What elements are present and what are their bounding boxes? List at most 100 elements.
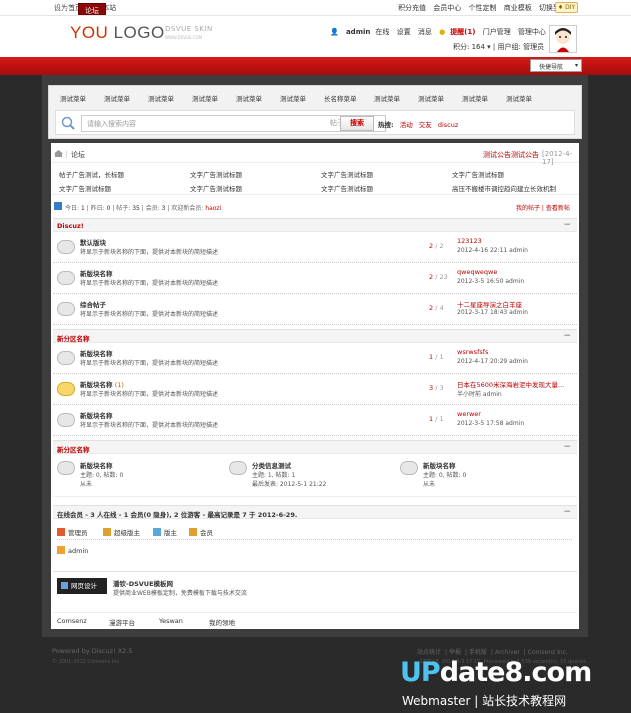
footer-link[interactable]: Archiver xyxy=(495,649,520,656)
nav-album[interactable]: 相册 xyxy=(235,5,249,15)
category-header[interactable]: Discuz! − xyxy=(53,218,577,232)
site-logo[interactable]: YOU LOGO xyxy=(70,23,165,43)
nav-ranking[interactable]: 排行榜 xyxy=(295,5,316,15)
quick-nav-dropdown[interactable]: 快捷导航 ▾ xyxy=(530,59,582,72)
collapse-icon[interactable]: − xyxy=(563,331,571,341)
menu-item[interactable]: 测试菜单 xyxy=(418,93,444,103)
online-user[interactable]: admin xyxy=(57,546,88,555)
messages-link[interactable]: 消息 xyxy=(418,28,432,36)
commercial-template-link[interactable]: 商业模板 xyxy=(504,4,532,12)
hot-search-link[interactable]: 交友 xyxy=(419,121,432,129)
friend-link-title[interactable]: 潘钦-DSVUE模板网 xyxy=(113,578,173,588)
text-ad-link[interactable]: 文字广告测试标题 xyxy=(321,183,373,193)
forum-name[interactable]: 分类信息测试 xyxy=(252,460,291,470)
text-ad-link[interactable]: 文字广告测试标题 xyxy=(452,169,504,179)
text-ad-link[interactable]: 文字广告测试标题 xyxy=(59,183,111,193)
menu-item[interactable]: 测试菜单 xyxy=(374,93,400,103)
menu-item[interactable]: 测试菜单 xyxy=(280,93,306,103)
collapse-icon[interactable]: − xyxy=(563,442,571,452)
menu-item[interactable]: 测试菜单 xyxy=(148,93,174,103)
collapse-icon[interactable]: − xyxy=(563,220,571,230)
powered-by[interactable]: Powered by Discuz! X2.5 xyxy=(52,647,133,655)
last-post-title[interactable]: 十二星座导演之白羊座 xyxy=(457,299,522,309)
breadcrumb-current[interactable]: 论坛 xyxy=(71,150,85,160)
text-ad-link[interactable]: 高压不搬楼市调控趋向建立长效机制 xyxy=(452,183,556,193)
new-member-link[interactable]: haozi xyxy=(205,205,221,212)
forum-name[interactable]: 新版块名称 xyxy=(80,268,113,278)
category-name[interactable]: 新分区名称 xyxy=(57,333,90,343)
category-name[interactable]: Discuz! xyxy=(57,222,84,230)
footer-link[interactable]: 站点统计 xyxy=(417,649,441,656)
menu-item[interactable]: 测试菜单 xyxy=(236,93,262,103)
menu-item[interactable]: 测试菜单 xyxy=(192,93,218,103)
forum-last-post[interactable]: 最后发表: 2012-5-1 21:22 xyxy=(252,479,326,488)
nav-forum[interactable]: 论坛 xyxy=(78,3,106,15)
diy-button[interactable]: ♦ DIY xyxy=(555,2,578,13)
last-post-title[interactable]: wsrwsfsfs xyxy=(457,348,488,356)
forum-name[interactable]: 新版块名称 xyxy=(423,460,456,470)
forum-name[interactable]: 新版块名称 (1) xyxy=(80,379,124,389)
home-icon[interactable] xyxy=(54,150,63,157)
footer-link[interactable]: 举报 xyxy=(449,649,461,656)
category-header[interactable]: 新分区名称 − xyxy=(53,440,577,454)
new-posts-link[interactable]: 查看新帖 xyxy=(546,205,570,212)
text-ad-link[interactable]: 文字广告测试标题 xyxy=(321,169,373,179)
nav-collections[interactable]: 淘帖 xyxy=(205,5,219,15)
nav-guide[interactable]: 导读 xyxy=(115,5,129,15)
forum-name[interactable]: 新版块名称 xyxy=(80,410,113,420)
menu-item[interactable]: 测试菜单 xyxy=(462,93,488,103)
customize-link[interactable]: 个性定制 xyxy=(469,4,497,12)
username-link[interactable]: admin xyxy=(346,28,370,36)
usergroup-link[interactable]: 用户组: 管理员 xyxy=(498,43,545,51)
footer-link[interactable]: 手机版 xyxy=(469,649,487,656)
forum-name[interactable]: 默认版块 xyxy=(80,237,106,247)
last-post-title[interactable]: qweqweqwe xyxy=(457,268,497,276)
menu-item[interactable]: 测试菜单 xyxy=(60,93,86,103)
member-center-link[interactable]: 会员中心 xyxy=(433,4,461,12)
my-posts-link[interactable]: 我的帖子 xyxy=(516,205,540,212)
text-ad-link[interactable]: 文字广告测试标题 xyxy=(190,183,242,193)
search-button[interactable]: 搜索 xyxy=(340,116,374,131)
text-ad-link[interactable]: 帖子广告测试，长标题 xyxy=(59,169,124,179)
text-link[interactable]: 我的领地 xyxy=(209,617,235,627)
forum-row: 新版块名称 将显示于新块名称的下面，提供对本新块的简短描述 1 / 1 wsrw… xyxy=(53,344,577,374)
last-post-title[interactable]: 日本在5600米深海岩泥中发现大量... xyxy=(457,379,564,389)
hot-search-label: 热搜: xyxy=(378,121,394,129)
last-post-meta: 2012-3-5 16:50 admin xyxy=(457,278,525,285)
text-link[interactable]: Comsenz xyxy=(57,617,87,625)
nav-groups[interactable]: 群组 xyxy=(175,5,189,15)
online-status[interactable]: 在线 xyxy=(375,28,389,36)
collapse-icon[interactable]: − xyxy=(563,507,571,517)
text-ad-link[interactable]: 文字广告测试标题 xyxy=(190,169,242,179)
forum-name[interactable]: 新版块名称 xyxy=(80,348,113,358)
forum-last-post: 从未 xyxy=(423,481,436,488)
nav-share[interactable]: 分享 xyxy=(265,5,279,15)
forum-name[interactable]: 综合帖子 xyxy=(80,299,106,309)
menu-item[interactable]: 测试菜单 xyxy=(506,93,532,103)
hot-search-link[interactable]: discuz xyxy=(438,121,458,129)
credits-recharge-link[interactable]: 积分充值 xyxy=(398,4,426,12)
settings-link[interactable]: 设置 xyxy=(397,28,411,36)
last-post-title[interactable]: werwer xyxy=(457,410,481,418)
text-link[interactable]: Yeswan xyxy=(159,617,183,625)
nav-broadcast[interactable]: 广播 xyxy=(145,5,159,15)
avatar[interactable] xyxy=(549,25,577,53)
text-link[interactable]: 漫游平台 xyxy=(109,617,135,627)
menu-item[interactable]: 长名称菜单 xyxy=(324,93,357,103)
notifications-link[interactable]: 提醒(1) xyxy=(450,28,475,36)
credits-link[interactable]: 积分: 164 xyxy=(453,43,485,51)
hot-search-link[interactable]: 活动 xyxy=(400,121,413,129)
forum-name[interactable]: 新版块名称 xyxy=(80,460,113,470)
portal-admin-link[interactable]: 门户管理 xyxy=(483,28,511,36)
nav-portal[interactable]: 门户 xyxy=(57,5,71,15)
breadcrumb: | 论坛 测试公告测试公告 [2012-4-17] xyxy=(51,143,579,166)
category-name[interactable]: 新分区名称 xyxy=(57,444,90,454)
footer-link[interactable]: Comsenz Inc. xyxy=(528,649,568,656)
menu-item[interactable]: 测试菜单 xyxy=(104,93,130,103)
category-header[interactable]: 新分区名称 − xyxy=(53,329,577,343)
web-design-badge[interactable]: 网页设计 xyxy=(57,578,107,594)
online-members-header[interactable]: 在线会员 - 3 人在线 - 1 会员(0 隐身), 2 位游客 - 最高记录是… xyxy=(53,505,577,519)
admin-center-link[interactable]: 管理中心 xyxy=(518,28,546,36)
announcement-link[interactable]: 测试公告测试公告 xyxy=(483,150,539,160)
last-post-title[interactable]: 123123 xyxy=(457,237,482,245)
